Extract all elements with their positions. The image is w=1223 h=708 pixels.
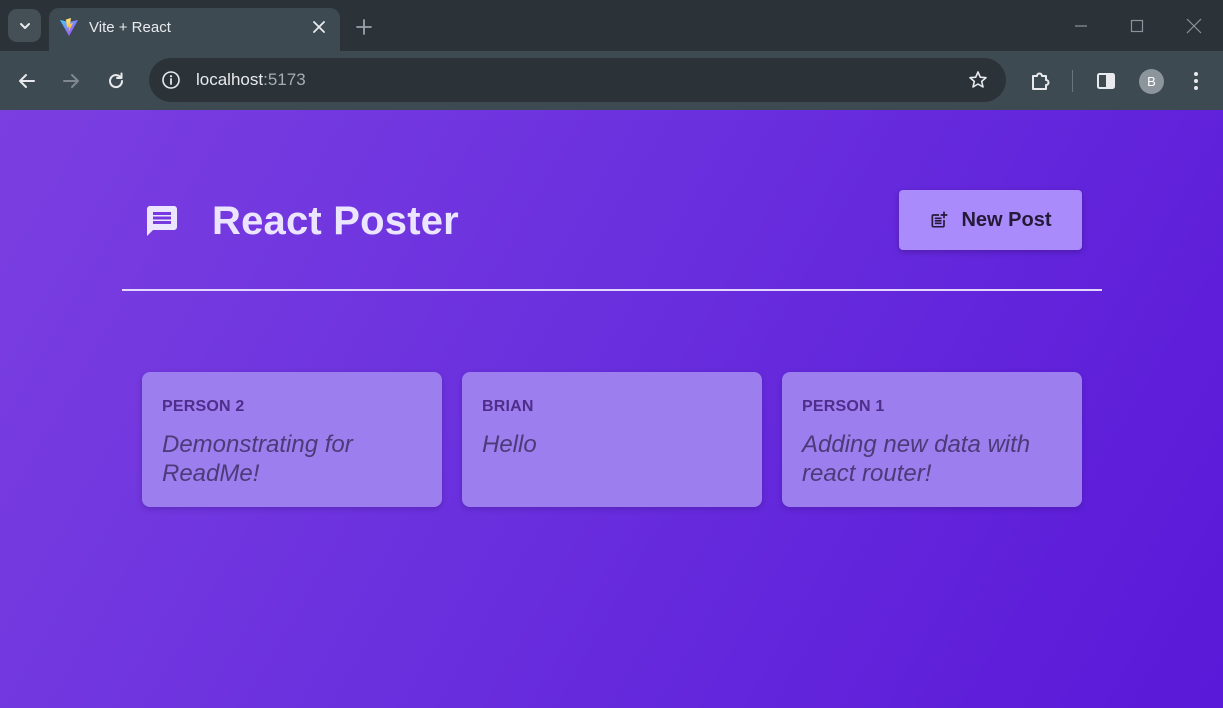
- close-icon: [313, 21, 325, 33]
- address-bar[interactable]: localhost:5173: [149, 58, 1006, 102]
- post-body: Hello: [482, 431, 537, 458]
- side-panel-button[interactable]: [1092, 67, 1120, 95]
- forward-button[interactable]: [56, 66, 86, 96]
- plus-icon: [356, 19, 372, 35]
- url-port: :5173: [263, 70, 306, 89]
- toolbar-divider: [1072, 70, 1073, 92]
- arrow-right-icon: [63, 74, 79, 88]
- tab-title: Vite + React: [89, 19, 171, 36]
- url-text[interactable]: localhost:5173: [196, 70, 306, 90]
- post-author: Brian: [482, 398, 534, 415]
- site-info-icon[interactable]: [160, 69, 182, 91]
- window-close-button[interactable]: [1182, 14, 1206, 38]
- new-post-label: New Post: [961, 208, 1052, 231]
- minimize-button[interactable]: [1069, 14, 1093, 38]
- profile-avatar[interactable]: B: [1139, 69, 1164, 94]
- puzzle-icon: [1032, 72, 1050, 90]
- chevron-down-icon: [19, 22, 30, 29]
- browser-menu-button[interactable]: [1182, 67, 1210, 95]
- extensions-button[interactable]: [1026, 67, 1054, 95]
- post-body: Adding new data with react router!: [802, 431, 1031, 487]
- post-author: Person 1: [802, 398, 885, 415]
- browser-tab[interactable]: Vite + React: [49, 8, 340, 51]
- message-icon: [147, 206, 177, 236]
- app-title: React Poster: [212, 199, 459, 243]
- post-author: Person 2: [162, 398, 245, 415]
- url-host: localhost: [196, 70, 264, 89]
- side-panel-icon: [1097, 73, 1115, 89]
- new-tab-button[interactable]: [351, 14, 377, 40]
- tab-strip: Vite + React: [0, 0, 1223, 51]
- browser-toolbar: localhost:5173 B: [0, 51, 1223, 110]
- close-icon: [1186, 18, 1202, 34]
- post-card[interactable]: Person 2 Demonstrating for ReadMe!: [142, 372, 442, 507]
- post-body: Demonstrating for ReadMe!: [162, 431, 353, 487]
- post-card[interactable]: Brian Hello: [462, 372, 762, 507]
- tab-close-button[interactable]: [308, 16, 330, 38]
- bookmark-star-icon[interactable]: [967, 69, 989, 91]
- post-card[interactable]: Person 1 Adding new data with react rout…: [782, 372, 1082, 507]
- post-add-icon: [931, 211, 948, 228]
- tab-search-button[interactable]: [8, 9, 41, 42]
- reload-button[interactable]: [101, 66, 131, 96]
- more-vertical-icon: [1194, 72, 1198, 90]
- posts-list: Person 2 Demonstrating for ReadMe! Brian…: [142, 372, 1082, 507]
- maximize-button[interactable]: [1125, 14, 1149, 38]
- reload-icon: [109, 72, 124, 89]
- page-content: React Poster New Post Person 2 Demonstra…: [0, 110, 1223, 708]
- maximize-icon: [1130, 19, 1144, 33]
- new-post-button[interactable]: New Post: [899, 190, 1082, 250]
- arrow-left-icon: [19, 74, 35, 88]
- minimize-icon: [1075, 25, 1087, 27]
- back-button[interactable]: [12, 66, 42, 96]
- vite-logo-icon: [60, 18, 78, 36]
- app-header: React Poster New Post: [122, 190, 1102, 291]
